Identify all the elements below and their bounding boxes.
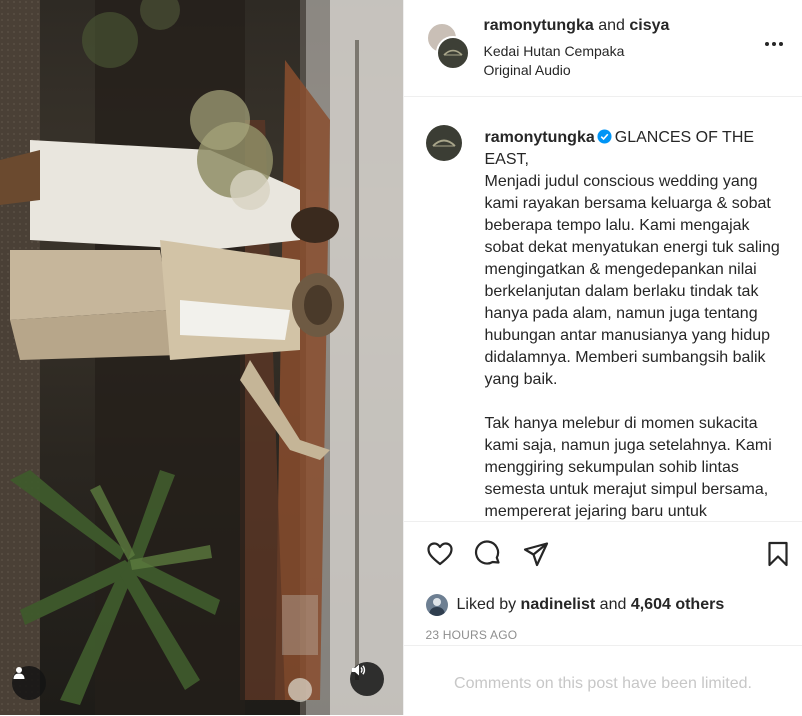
likes-connector: and (595, 596, 631, 614)
caption-area[interactable]: ramonytungkaGLANCES OF THE EAST, Menjadi… (404, 97, 802, 520)
likes-prefix: Liked by (457, 596, 517, 614)
instagram-post: ramonytungka and cisya Kedai Hutan Cempa… (0, 0, 802, 715)
header-connector: and (594, 17, 630, 34)
avatar[interactable] (426, 125, 462, 161)
post-header: ramonytungka and cisya Kedai Hutan Cempa… (404, 0, 802, 97)
likes-summary[interactable]: Liked by nadinelist and 4,604 others (426, 592, 725, 618)
liker-avatar (426, 594, 448, 616)
audio-link[interactable]: Original Audio (484, 62, 571, 78)
comments-limited-text: Comments on this post have been limited. (404, 675, 802, 693)
avatar (436, 36, 470, 70)
paragraph-gap (485, 391, 790, 413)
caption-paragraph: Tak hanya melebur di momen sukacita kami… (485, 415, 772, 520)
more-options-button[interactable] (761, 34, 787, 54)
post-timestamp[interactable]: 23 HOURS AGO (426, 628, 518, 642)
more-dot (779, 42, 783, 46)
post-media[interactable] (0, 0, 403, 715)
user-tag-icon (12, 666, 26, 680)
likes-count[interactable]: 4,604 others (631, 596, 724, 614)
header-user-link[interactable]: ramonytungka (484, 17, 594, 34)
more-dot (772, 42, 776, 46)
comments-limited-bar: Comments on this post have been limited. (404, 645, 802, 716)
verified-badge-icon (597, 129, 612, 144)
heart-icon[interactable] (426, 540, 454, 568)
liker-username[interactable]: nadinelist (521, 596, 596, 614)
caption-paragraph: GLANCES OF THE EAST, Menjadi judul consc… (485, 129, 780, 388)
audio-toggle-button[interactable] (350, 662, 384, 696)
caption-text: ramonytungkaGLANCES OF THE EAST, Menjadi… (485, 127, 790, 520)
caption-username[interactable]: ramonytungka (485, 129, 595, 146)
avatar-logo-icon (438, 38, 468, 68)
tag-people-button[interactable] (12, 666, 46, 700)
bookmark-icon[interactable] (764, 540, 792, 568)
wedding-photo (0, 0, 403, 715)
post-side-panel: ramonytungka and cisya Kedai Hutan Cempa… (403, 0, 802, 715)
header-user-link[interactable]: cisya (629, 17, 669, 34)
more-horizontal-icon (765, 42, 769, 46)
location-link[interactable]: Kedai Hutan Cempaka (484, 43, 625, 59)
paper-plane-icon[interactable] (522, 540, 550, 568)
comment-icon[interactable] (474, 540, 502, 568)
header-usernames: ramonytungka and cisya (484, 17, 670, 35)
collab-avatars[interactable] (426, 22, 466, 66)
speaker-icon (350, 662, 366, 678)
avatar-icon (426, 594, 448, 616)
avatar-logo-icon (426, 125, 462, 161)
